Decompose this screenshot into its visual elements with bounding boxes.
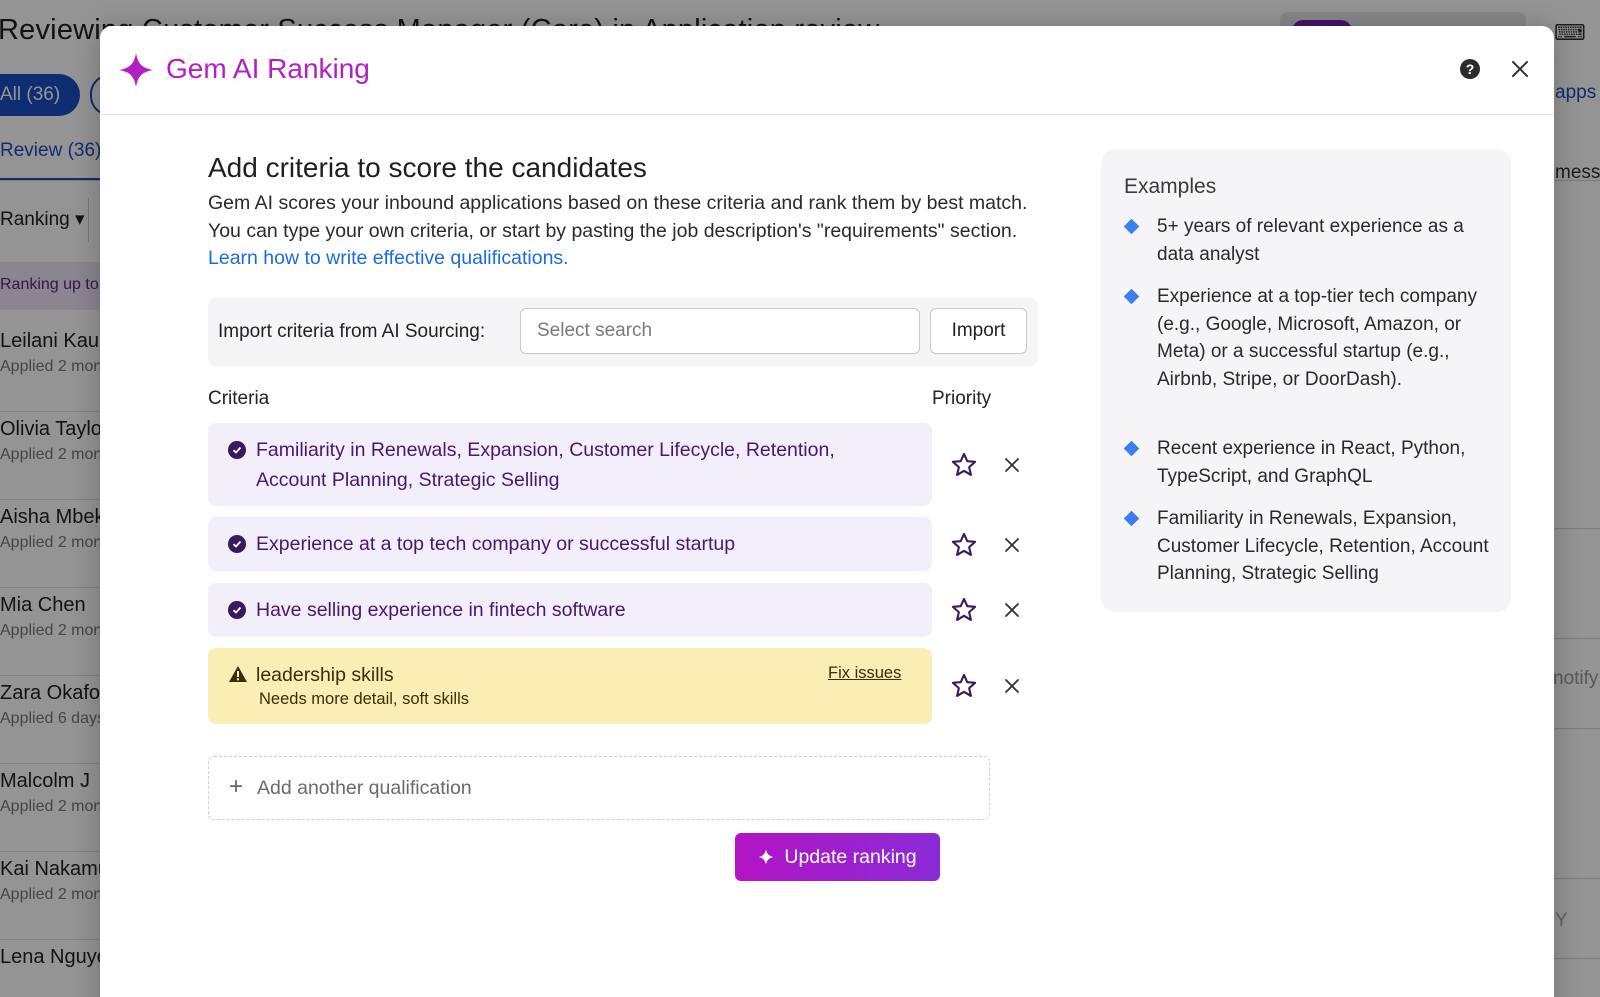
check-circle-icon xyxy=(228,441,246,459)
add-qualification-input[interactable]: + Add another qualification xyxy=(208,756,990,820)
select-search-input[interactable] xyxy=(520,308,920,354)
remove-criterion-icon[interactable] xyxy=(1002,455,1022,475)
update-ranking-label: Update ranking xyxy=(784,845,917,868)
description-text: Gem AI scores your inbound applications … xyxy=(208,192,1028,242)
criterion-text: Have selling experience in fintech softw… xyxy=(256,599,626,621)
modal-title: Gem AI Ranking xyxy=(166,53,370,84)
modal-header: Gem AI Ranking ? xyxy=(100,26,1554,115)
example-text: Familiarity in Renewals, Expansion, Cust… xyxy=(1157,508,1489,584)
learn-more-link[interactable]: Learn how to write effective qualificati… xyxy=(208,247,569,269)
fix-issues-link[interactable]: Fix issues xyxy=(828,664,901,683)
plus-icon: + xyxy=(229,773,244,800)
criterion-text: leadership skills xyxy=(256,664,394,686)
sparkle-icon xyxy=(119,53,153,87)
help-icon[interactable]: ? xyxy=(1460,59,1480,79)
criterion-item[interactable]: Have selling experience in fintech softw… xyxy=(208,583,932,637)
section-heading: Add criteria to score the candidates xyxy=(208,152,647,183)
remove-criterion-icon[interactable] xyxy=(1002,535,1022,555)
example-text: Recent experience in React, Python, Type… xyxy=(1157,438,1466,487)
criterion-item[interactable]: Familiarity in Renewals, Expansion, Cust… xyxy=(208,423,932,506)
examples-panel: Examples 5+ years of relevant experience… xyxy=(1101,149,1511,612)
check-circle-icon xyxy=(228,601,246,619)
example-item: 5+ years of relevant experience as a dat… xyxy=(1123,213,1497,268)
criterion-text: Familiarity in Renewals, Expansion, Cust… xyxy=(256,439,835,491)
import-criteria-bar: Import criteria from AI Sourcing: Import xyxy=(208,298,1038,366)
example-text: Experience at a top-tier tech company (e… xyxy=(1157,286,1478,390)
criteria-column-header: Criteria xyxy=(208,388,270,409)
priority-star-icon[interactable] xyxy=(950,451,978,479)
check-circle-icon xyxy=(228,535,246,553)
priority-star-icon[interactable] xyxy=(950,672,978,700)
criterion-item-warning[interactable]: leadership skills Needs more detail, sof… xyxy=(208,648,932,724)
priority-star-icon[interactable] xyxy=(950,531,978,559)
diamond-bullet-icon xyxy=(1123,288,1140,305)
warning-icon xyxy=(229,666,247,682)
example-item: Experience at a top-tier tech company (e… xyxy=(1123,283,1497,393)
criterion-text: Experience at a top tech company or succ… xyxy=(256,533,736,555)
diamond-bullet-icon xyxy=(1123,510,1140,527)
criterion-item[interactable]: Experience at a top tech company or succ… xyxy=(208,517,932,571)
close-icon[interactable] xyxy=(1508,57,1532,81)
gem-ai-ranking-modal: Gem AI Ranking ? Add criteria to score t… xyxy=(100,26,1554,997)
example-text: 5+ years of relevant experience as a dat… xyxy=(1157,216,1464,265)
add-qualification-placeholder: Add another qualification xyxy=(257,777,472,799)
example-item: Recent experience in React, Python, Type… xyxy=(1123,435,1497,490)
remove-criterion-icon[interactable] xyxy=(1002,676,1022,696)
sparkle-icon xyxy=(758,849,774,865)
diamond-bullet-icon xyxy=(1123,440,1140,457)
import-label: Import criteria from AI Sourcing: xyxy=(218,321,486,342)
import-button[interactable]: Import xyxy=(930,308,1027,354)
priority-column-header: Priority xyxy=(932,388,992,409)
section-description: Gem AI scores your inbound applications … xyxy=(208,190,1028,273)
remove-criterion-icon[interactable] xyxy=(1002,600,1022,620)
update-ranking-button[interactable]: Update ranking xyxy=(735,833,940,881)
example-item: Familiarity in Renewals, Expansion, Cust… xyxy=(1123,505,1497,588)
examples-title: Examples xyxy=(1124,175,1217,198)
diamond-bullet-icon xyxy=(1123,218,1140,235)
priority-star-icon[interactable] xyxy=(950,596,978,624)
criterion-issue-text: Needs more detail, soft skills xyxy=(259,690,469,708)
